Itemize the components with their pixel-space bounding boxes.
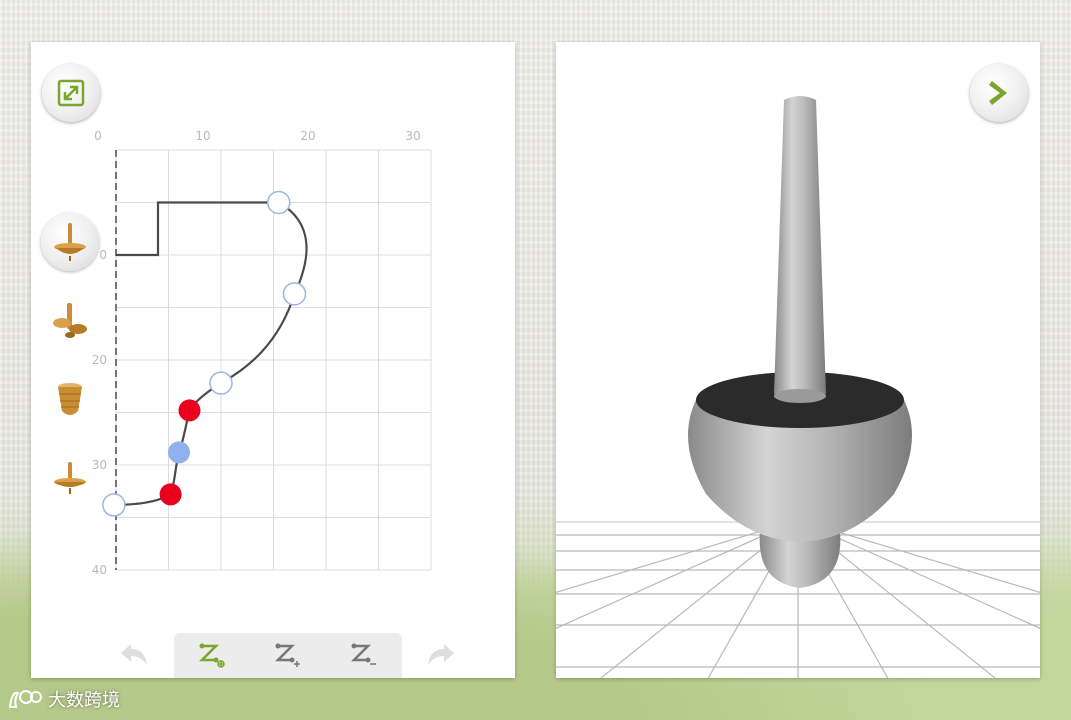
redo-button[interactable] xyxy=(421,638,461,672)
spinning-top-flat-icon xyxy=(54,462,86,494)
preset-barrel-top[interactable] xyxy=(41,370,99,428)
x-tick-label: 10 xyxy=(195,129,210,143)
control-point[interactable] xyxy=(102,493,126,517)
spinning-top-tall-icon xyxy=(54,223,86,261)
undo-arrow-icon xyxy=(121,644,147,665)
insert-node-button[interactable] xyxy=(266,636,310,676)
next-button[interactable] xyxy=(970,64,1028,122)
profile-grid[interactable]: 0 10 20 300203040 xyxy=(31,42,515,678)
remove-node-icon xyxy=(350,643,376,665)
spinning-top-barrel-icon xyxy=(58,383,82,415)
add-node-icon xyxy=(198,643,225,668)
y-tick-label: 20 xyxy=(92,353,107,367)
profile-curve xyxy=(113,201,308,506)
control-point[interactable] xyxy=(159,483,182,506)
y-tick-label: 40 xyxy=(92,563,107,577)
remove-node-button[interactable] xyxy=(342,636,386,676)
x-tick-label: 0 xyxy=(94,129,102,143)
watermark: 大数跨境 xyxy=(8,686,120,712)
node-toolbar xyxy=(174,633,402,678)
insert-node-icon xyxy=(274,643,300,667)
control-point[interactable] xyxy=(267,190,291,215)
preset-tall-top[interactable] xyxy=(41,213,99,271)
x-tick-label: 30 xyxy=(405,129,420,143)
undo-button[interactable] xyxy=(114,638,154,672)
preview-3d-panel[interactable] xyxy=(556,42,1040,678)
control-point[interactable] xyxy=(209,371,233,395)
preset-flat-top[interactable] xyxy=(41,449,99,507)
control-point[interactable] xyxy=(282,282,307,306)
profile-editor-panel: 0 10 20 30 0 20 30 40 xyxy=(31,42,515,678)
chevron-right-icon xyxy=(989,81,1007,105)
expand-icon xyxy=(57,79,85,107)
top-3d-render xyxy=(556,96,1040,678)
add-node-button[interactable] xyxy=(190,636,234,676)
x-tick-label: 20 xyxy=(300,129,315,143)
fullscreen-button[interactable] xyxy=(42,64,100,122)
control-point[interactable] xyxy=(178,399,201,422)
preset-disc-top[interactable] xyxy=(41,292,99,350)
redo-arrow-icon xyxy=(428,644,454,665)
watermark-text: 大数跨境 xyxy=(48,690,120,711)
y-tick-label: 0 xyxy=(99,248,107,262)
spinning-top-disc-icon xyxy=(53,303,87,338)
control-point[interactable] xyxy=(168,441,190,464)
watermark-logo-icon xyxy=(8,690,42,708)
